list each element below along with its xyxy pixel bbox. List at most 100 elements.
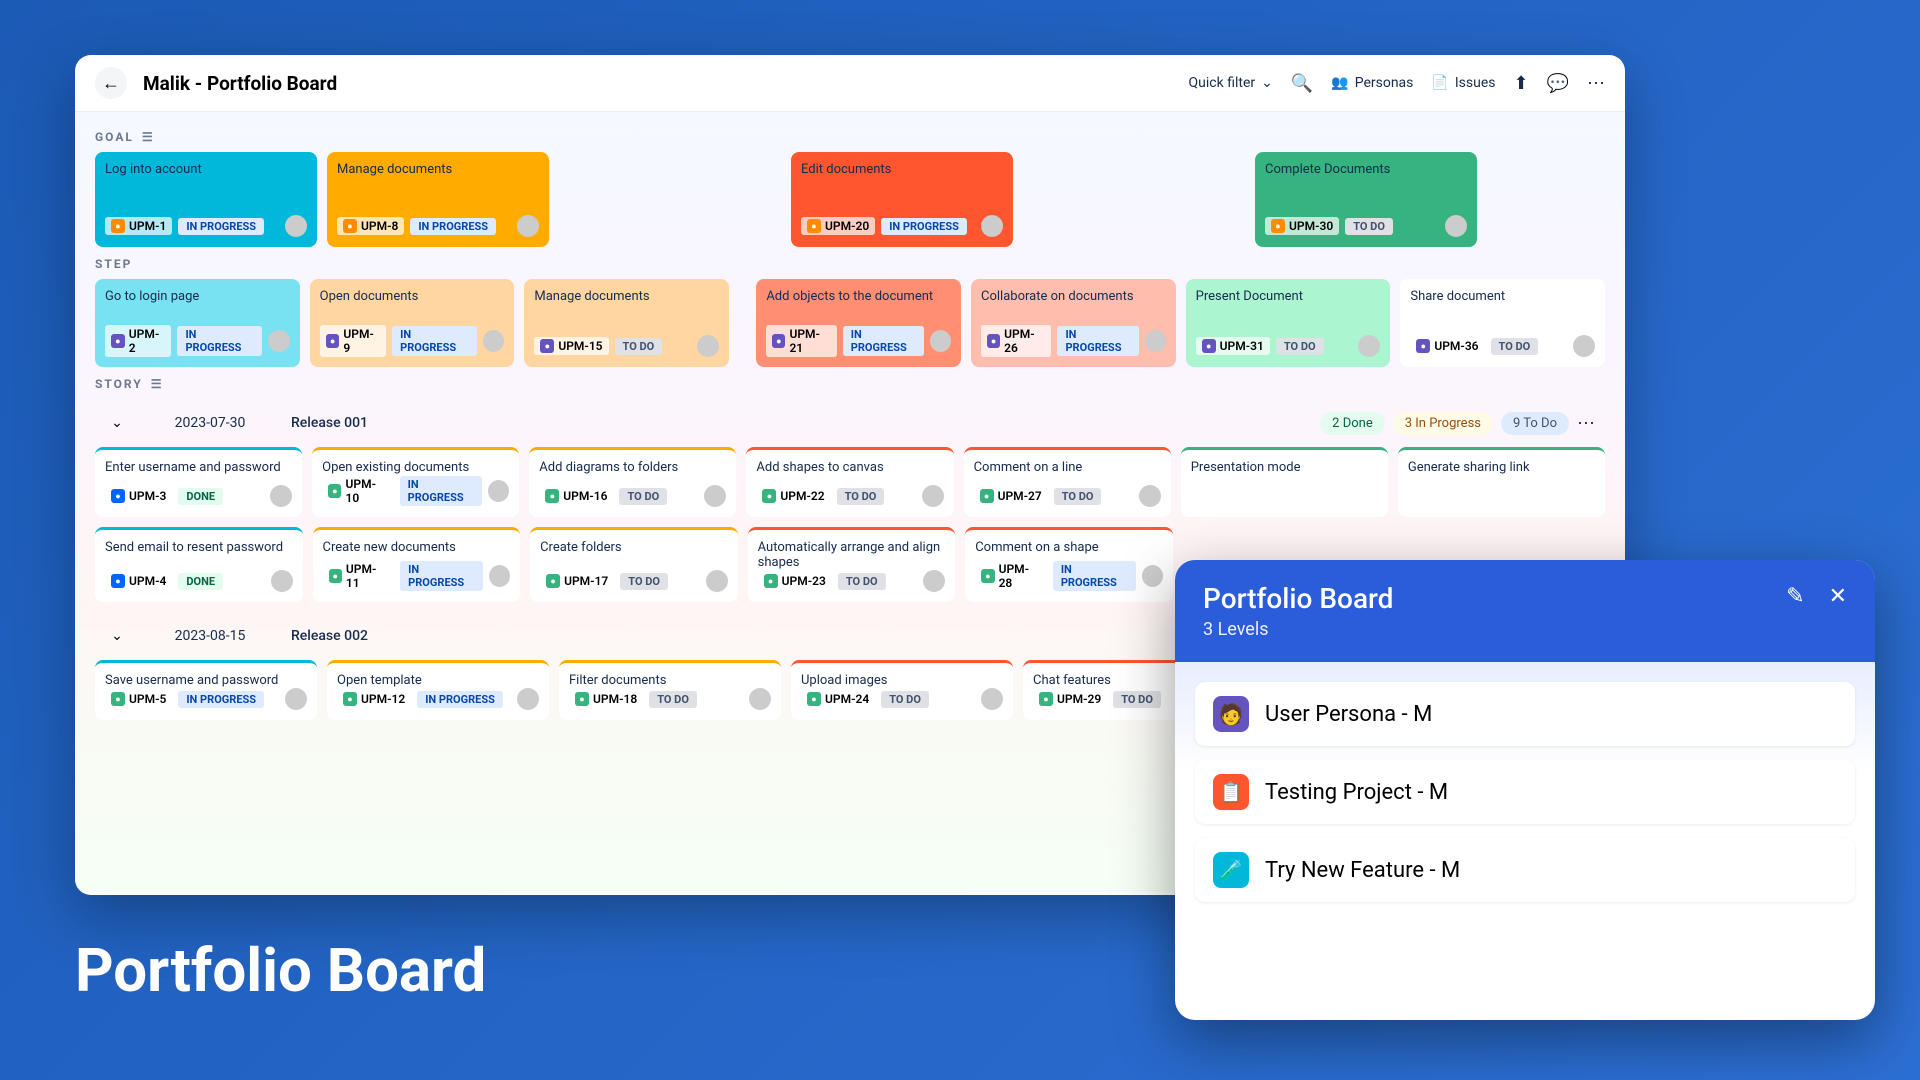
story-card[interactable]: Upload images●UPM-24TO DO xyxy=(791,660,1013,720)
assignee-avatar[interactable] xyxy=(1139,485,1161,507)
issue-key[interactable]: ●UPM-26 xyxy=(981,325,1051,357)
issue-key[interactable]: ●UPM-8 xyxy=(337,217,404,235)
assignee-avatar[interactable] xyxy=(285,215,307,237)
close-icon[interactable]: ✕ xyxy=(1829,584,1847,609)
issue-key[interactable]: ●UPM-20 xyxy=(801,217,875,235)
step-card[interactable]: Open documents●UPM-9IN PROGRESS xyxy=(310,279,515,367)
issue-key[interactable]: ●UPM-18 xyxy=(569,690,643,708)
issue-key[interactable]: ●UPM-12 xyxy=(337,690,411,708)
panel-item[interactable]: 🧑User Persona - M xyxy=(1195,682,1855,746)
story-card[interactable]: Comment on a line●UPM-27TO DO xyxy=(964,447,1171,517)
filter-icon[interactable]: ☰ xyxy=(151,377,164,391)
issue-key[interactable]: ●UPM-5 xyxy=(105,690,172,708)
issue-key[interactable]: ●UPM-9 xyxy=(320,325,386,357)
assignee-avatar[interactable] xyxy=(483,330,505,352)
goal-card[interactable]: Edit documents●UPM-20IN PROGRESS xyxy=(791,152,1013,247)
assignee-avatar[interactable] xyxy=(517,688,539,710)
issue-key[interactable]: ●UPM-27 xyxy=(974,487,1048,505)
step-card[interactable]: Manage documents●UPM-15TO DO xyxy=(524,279,729,367)
assignee-avatar[interactable] xyxy=(981,688,1003,710)
assignee-avatar[interactable] xyxy=(1573,335,1595,357)
comment-icon[interactable]: 💬 xyxy=(1547,73,1569,94)
edit-icon[interactable]: ✎ xyxy=(1786,584,1804,609)
assignee-avatar[interactable] xyxy=(268,330,290,352)
step-card[interactable]: Collaborate on documents●UPM-26IN PROGRE… xyxy=(971,279,1176,367)
issue-key[interactable]: ●UPM-11 xyxy=(323,560,395,592)
share-icon[interactable]: ⬆ xyxy=(1513,73,1528,94)
assignee-avatar[interactable] xyxy=(489,565,510,587)
issue-key[interactable]: ●UPM-36 xyxy=(1410,337,1484,355)
story-card[interactable]: Open existing documents●UPM-10IN PROGRES… xyxy=(312,447,519,517)
goal-card[interactable]: Log into account●UPM-1IN PROGRESS xyxy=(95,152,317,247)
assignee-avatar[interactable] xyxy=(1445,215,1467,237)
issue-key[interactable]: ●UPM-24 xyxy=(801,690,875,708)
release-collapse-toggle[interactable]: ⌄ xyxy=(105,624,129,648)
assignee-avatar[interactable] xyxy=(488,480,509,502)
back-button[interactable]: ← xyxy=(95,67,127,99)
assignee-avatar[interactable] xyxy=(270,485,292,507)
issue-key[interactable]: ●UPM-3 xyxy=(105,487,172,505)
assignee-avatar[interactable] xyxy=(981,215,1003,237)
assignee-avatar[interactable] xyxy=(517,215,539,237)
issue-key[interactable]: ●UPM-31 xyxy=(1196,337,1270,355)
story-card[interactable]: Open template●UPM-12IN PROGRESS xyxy=(327,660,549,720)
step-card[interactable]: Add objects to the document●UPM-21IN PRO… xyxy=(756,279,961,367)
personas-button[interactable]: 👥Personas xyxy=(1331,75,1413,91)
quick-filter-dropdown[interactable]: Quick filter ⌄ xyxy=(1189,75,1273,91)
story-card[interactable]: Send email to resent password●UPM-4DONE xyxy=(95,527,303,602)
issue-key[interactable]: ●UPM-29 xyxy=(1033,690,1107,708)
panel-header: Portfolio Board 3 Levels ✎ ✕ xyxy=(1175,560,1875,662)
release-collapse-toggle[interactable]: ⌄ xyxy=(105,411,129,435)
assignee-avatar[interactable] xyxy=(697,335,719,357)
story-card[interactable]: Add diagrams to folders●UPM-16TO DO xyxy=(529,447,736,517)
step-card[interactable]: Go to login page●UPM-2IN PROGRESS xyxy=(95,279,300,367)
step-row: Go to login page●UPM-2IN PROGRESSOpen do… xyxy=(95,279,1605,367)
assignee-avatar[interactable] xyxy=(922,485,944,507)
issue-key[interactable]: ●UPM-30 xyxy=(1265,217,1339,235)
issue-key[interactable]: ●UPM-10 xyxy=(322,475,393,507)
issue-key[interactable]: ●UPM-21 xyxy=(766,325,836,357)
story-card[interactable]: Create folders●UPM-17TO DO xyxy=(530,527,738,602)
story-card[interactable]: Filter documents●UPM-18TO DO xyxy=(559,660,781,720)
story-card[interactable]: Automatically arrange and align shapes●U… xyxy=(748,527,956,602)
more-icon[interactable]: ⋯ xyxy=(1587,73,1605,94)
assignee-avatar[interactable] xyxy=(285,688,307,710)
panel-item[interactable]: 🧪Try New Feature - M xyxy=(1195,838,1855,902)
story-card[interactable]: Comment on a shape●UPM-28IN PROGRESS xyxy=(965,527,1173,602)
status-badge: TO DO xyxy=(1113,691,1161,708)
issue-key[interactable]: ●UPM-22 xyxy=(756,487,830,505)
issue-key[interactable]: ●UPM-1 xyxy=(105,217,172,235)
assignee-avatar[interactable] xyxy=(923,570,945,592)
step-card[interactable]: Share document●UPM-36TO DO xyxy=(1400,279,1605,367)
assignee-avatar[interactable] xyxy=(706,570,728,592)
filter-icon[interactable]: ☰ xyxy=(142,130,155,144)
issue-key[interactable]: ●UPM-28 xyxy=(975,560,1047,592)
goal-card[interactable]: Complete Documents●UPM-30TO DO xyxy=(1255,152,1477,247)
panel-item[interactable]: 📋Testing Project - M xyxy=(1195,760,1855,824)
story-card[interactable]: Enter username and password●UPM-3DONE xyxy=(95,447,302,517)
issue-key[interactable]: ●UPM-16 xyxy=(539,487,613,505)
issue-key[interactable]: ●UPM-17 xyxy=(540,572,614,590)
story-card[interactable]: Presentation mode xyxy=(1181,447,1388,517)
assignee-avatar[interactable] xyxy=(704,485,726,507)
story-card[interactable]: Create new documents●UPM-11IN PROGRESS xyxy=(313,527,521,602)
story-card[interactable]: Save username and password●UPM-5IN PROGR… xyxy=(95,660,317,720)
step-card[interactable]: Present Document●UPM-31TO DO xyxy=(1186,279,1391,367)
assignee-avatar[interactable] xyxy=(1358,335,1380,357)
issue-key[interactable]: ●UPM-23 xyxy=(758,572,832,590)
issue-key[interactable]: ●UPM-15 xyxy=(534,337,608,355)
assignee-avatar[interactable] xyxy=(749,688,771,710)
release-more-icon[interactable]: ⋯ xyxy=(1577,413,1595,434)
issue-key[interactable]: ●UPM-4 xyxy=(105,572,172,590)
status-badge: TO DO xyxy=(619,488,667,505)
story-card[interactable]: Generate sharing link xyxy=(1398,447,1605,517)
story-card[interactable]: Add shapes to canvas●UPM-22TO DO xyxy=(746,447,953,517)
assignee-avatar[interactable] xyxy=(930,330,951,352)
issues-button[interactable]: 📄Issues xyxy=(1431,75,1495,91)
issue-key[interactable]: ●UPM-2 xyxy=(105,325,171,357)
search-icon[interactable]: 🔍 xyxy=(1291,73,1313,94)
assignee-avatar[interactable] xyxy=(1142,565,1163,587)
assignee-avatar[interactable] xyxy=(271,570,293,592)
goal-card[interactable]: Manage documents●UPM-8IN PROGRESS xyxy=(327,152,549,247)
assignee-avatar[interactable] xyxy=(1145,330,1166,352)
